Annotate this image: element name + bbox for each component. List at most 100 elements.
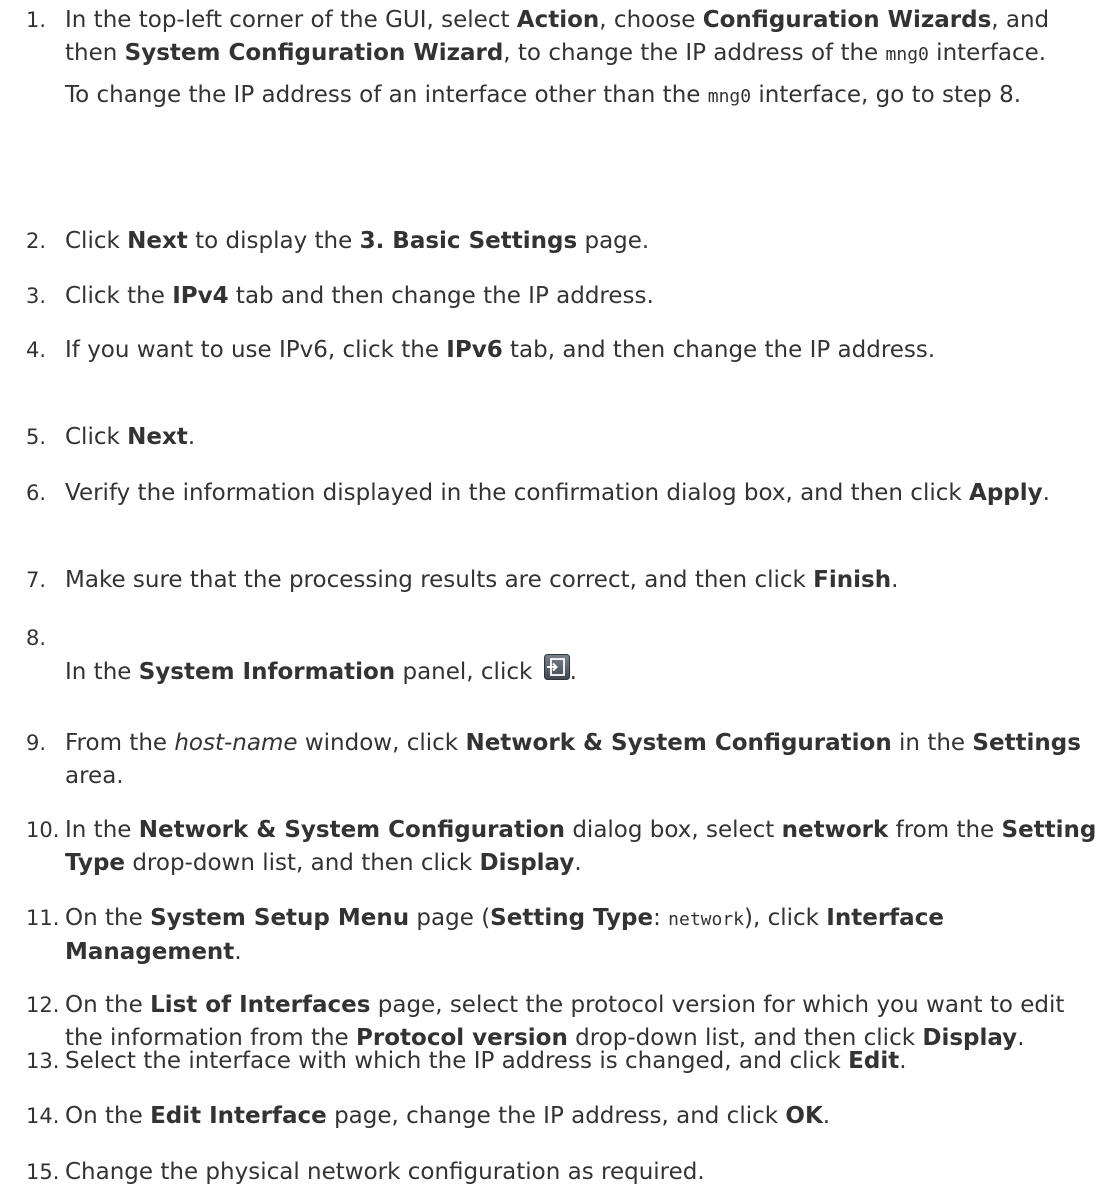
text-run: page ( xyxy=(409,905,491,931)
step-paragraph: Click Next to display the 3. Basic Setti… xyxy=(65,225,1105,258)
ui-term: Configuration Wizards xyxy=(702,7,992,33)
procedure-document: 1. In the top-left corner of the GUI, sel… xyxy=(0,0,1119,1185)
text-run: window, click xyxy=(297,730,466,756)
text-run: Click xyxy=(65,228,128,254)
step-item: 8. In the System Information panel, click… xyxy=(0,622,1105,689)
step-item: 1. In the top-left corner of the GUI, sel… xyxy=(0,4,1105,113)
step-body: On the System Setup Menu page (Setting T… xyxy=(65,902,1105,969)
step-body: Make sure that the processing results ar… xyxy=(65,564,1105,597)
text-run: Change the physical network configuratio… xyxy=(65,1159,705,1185)
text-run: On the xyxy=(65,992,151,1018)
step-paragraph: Click Next. xyxy=(65,421,1105,454)
ui-term: IPv6 xyxy=(446,337,503,363)
step-paragraph: Select the interface with which the IP a… xyxy=(65,1045,1105,1078)
ui-term: Apply xyxy=(969,480,1043,506)
step-number: 5. xyxy=(26,425,47,449)
step-paragraph: In the top-left corner of the GUI, selec… xyxy=(65,4,1105,71)
text-run: On the xyxy=(65,1103,151,1129)
ui-term: System Setup Menu xyxy=(150,905,410,931)
step-number: 9. xyxy=(26,731,47,755)
step-number: 6. xyxy=(26,481,47,505)
step-number: 12. xyxy=(26,993,60,1017)
text-run: page, change the IP address, and click xyxy=(326,1103,786,1129)
step-item: 15. Change the physical network configura… xyxy=(0,1156,1105,1189)
text-run: From the xyxy=(65,730,175,756)
text-run: , to change the IP address of the xyxy=(503,40,886,66)
text-run: panel, click xyxy=(395,659,540,685)
ui-term: Setting Type xyxy=(490,905,654,931)
step-paragraph: Change the physical network configuratio… xyxy=(65,1156,1105,1189)
text-run: drop-down list, and then click xyxy=(125,850,480,876)
text-run: In the top-left corner of the GUI, selec… xyxy=(65,7,517,33)
step-item: 14. On the Edit Interface page, change th… xyxy=(0,1100,1105,1133)
step-paragraph: From the host-name window, click Network… xyxy=(65,727,1105,793)
ui-term: Next xyxy=(127,228,188,254)
exit-icon xyxy=(543,654,570,680)
ui-term: Action xyxy=(516,7,600,33)
text-run: tab and then change the IP address. xyxy=(228,283,654,309)
step-item: 10. In the Network & System Configuration… xyxy=(0,814,1105,880)
step-item: 7. Make sure that the processing results … xyxy=(0,564,1105,597)
ui-term: Settings xyxy=(972,730,1081,756)
text-run: Click the xyxy=(65,283,173,309)
step-number: 10. xyxy=(26,818,60,842)
step-number: 2. xyxy=(26,229,47,253)
text-run: To change the IP address of an interface… xyxy=(65,82,708,108)
text-run: ), click xyxy=(744,905,827,931)
text-run: In the xyxy=(65,817,139,843)
text-run: area. xyxy=(65,763,124,789)
text-run: . xyxy=(1042,480,1050,506)
step-number: 7. xyxy=(26,568,47,592)
ui-term: network xyxy=(781,817,889,843)
step-number: 13. xyxy=(26,1049,60,1073)
ui-term: OK xyxy=(785,1103,823,1129)
ui-term: Display xyxy=(479,850,575,876)
text-run: . xyxy=(891,567,899,593)
step-paragraph: In the System Information panel, click . xyxy=(65,654,1105,689)
ui-term: Next xyxy=(127,424,188,450)
step-paragraph: Click the IPv4 tab and then change the I… xyxy=(65,280,1105,313)
text-run: . xyxy=(234,939,242,965)
text-run: interface, go to step 8. xyxy=(751,82,1022,108)
step-body: In the top-left corner of the GUI, selec… xyxy=(65,4,1105,113)
step-number: 8. xyxy=(26,626,47,650)
text-run: On the xyxy=(65,905,151,931)
text-run: . xyxy=(569,659,577,685)
step-body: On the Edit Interface page, change the I… xyxy=(65,1100,1105,1133)
text-run: : xyxy=(653,905,669,931)
text-run: in the xyxy=(891,730,973,756)
text-run: In the xyxy=(65,659,139,685)
step-number: 1. xyxy=(26,8,47,32)
step-body: Click Next to display the 3. Basic Setti… xyxy=(65,225,1105,258)
ui-term: 3. Basic Settings xyxy=(359,228,578,254)
text-run: If you want to use IPv6, click the xyxy=(65,337,447,363)
code-term: network xyxy=(668,909,744,930)
step-item: 2. Click Next to display the 3. Basic Set… xyxy=(0,225,1105,258)
ui-term: Finish xyxy=(813,567,892,593)
text-run: Select the interface with which the IP a… xyxy=(65,1048,849,1074)
step-item: 11. On the System Setup Menu page (Settin… xyxy=(0,902,1105,969)
text-run: tab, and then change the IP address. xyxy=(502,337,936,363)
text-run: page. xyxy=(577,228,650,254)
text-run: . xyxy=(187,424,196,450)
code-term: mng0 xyxy=(885,44,929,65)
text-run: Click xyxy=(65,424,128,450)
ui-term: System Configuration Wizard xyxy=(124,40,504,66)
step-item: 13. Select the interface with which the I… xyxy=(0,1045,1105,1078)
step-paragraph: To change the IP address of an interface… xyxy=(65,79,1105,113)
variable-term: host-name xyxy=(174,730,298,756)
step-number: 4. xyxy=(26,338,47,362)
step-body: From the host-name window, click Network… xyxy=(65,727,1105,793)
step-paragraph: On the Edit Interface page, change the I… xyxy=(65,1100,1105,1133)
step-item: 5. Click Next. xyxy=(0,421,1105,454)
text-run: , choose xyxy=(599,7,703,33)
text-run: Verify the information displayed in the … xyxy=(65,480,970,506)
step-body: If you want to use IPv6, click the IPv6 … xyxy=(65,334,1105,367)
text-run: interface. xyxy=(928,40,1047,66)
text-run: dialog box, select xyxy=(565,817,782,843)
text-run: . xyxy=(574,850,582,876)
ui-term: List of Interfaces xyxy=(150,992,371,1018)
text-run: Make sure that the processing results ar… xyxy=(65,567,814,593)
step-paragraph: If you want to use IPv6, click the IPv6 … xyxy=(65,334,1105,367)
step-item: 3. Click the IPv4 tab and then change the… xyxy=(0,280,1105,313)
